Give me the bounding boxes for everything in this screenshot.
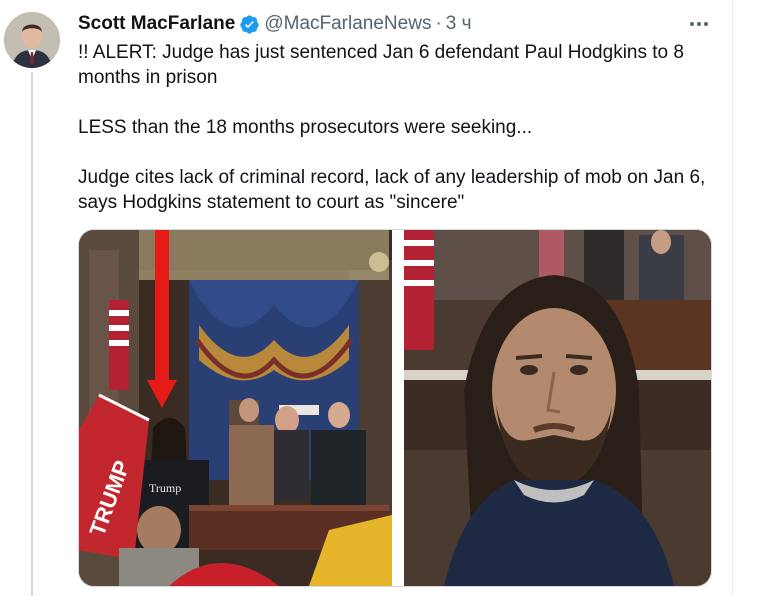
tweet-paragraph: !! ALERT: Judge has just sentenced Jan 6… [78, 42, 684, 88]
tweet[interactable]: Scott MacFarlane @MacFarlaneNews · 3 ч !… [0, 0, 733, 596]
verified-badge-icon [240, 14, 260, 34]
tweet-paragraph: Judge cites lack of criminal record, lac… [78, 167, 706, 213]
tweet-paragraph: LESS than the 18 months prosecutors were… [78, 117, 533, 138]
avatar[interactable] [4, 12, 60, 68]
senate-chamber-photo: Trump TRUMP [79, 230, 392, 586]
avatar-image [4, 12, 60, 68]
separator-dot: · [435, 13, 442, 34]
selfie-photo [404, 230, 711, 586]
media-photo-right[interactable] [404, 230, 711, 586]
more-options-icon[interactable] [686, 14, 712, 34]
tweet-header: Scott MacFarlane @MacFarlaneNews · 3 ч [78, 12, 472, 36]
tweet-timestamp[interactable]: 3 ч [446, 13, 472, 35]
media-photo-left[interactable]: Trump TRUMP [79, 230, 392, 586]
media-grid: Trump TRUMP [78, 229, 712, 587]
tweet-text: !! ALERT: Judge has just sentenced Jan 6… [78, 40, 718, 240]
author-name[interactable]: Scott MacFarlane [78, 13, 235, 35]
shirt-text: Trump [149, 481, 181, 495]
author-handle[interactable]: @MacFarlaneNews [264, 13, 431, 35]
thread-line [31, 72, 33, 596]
